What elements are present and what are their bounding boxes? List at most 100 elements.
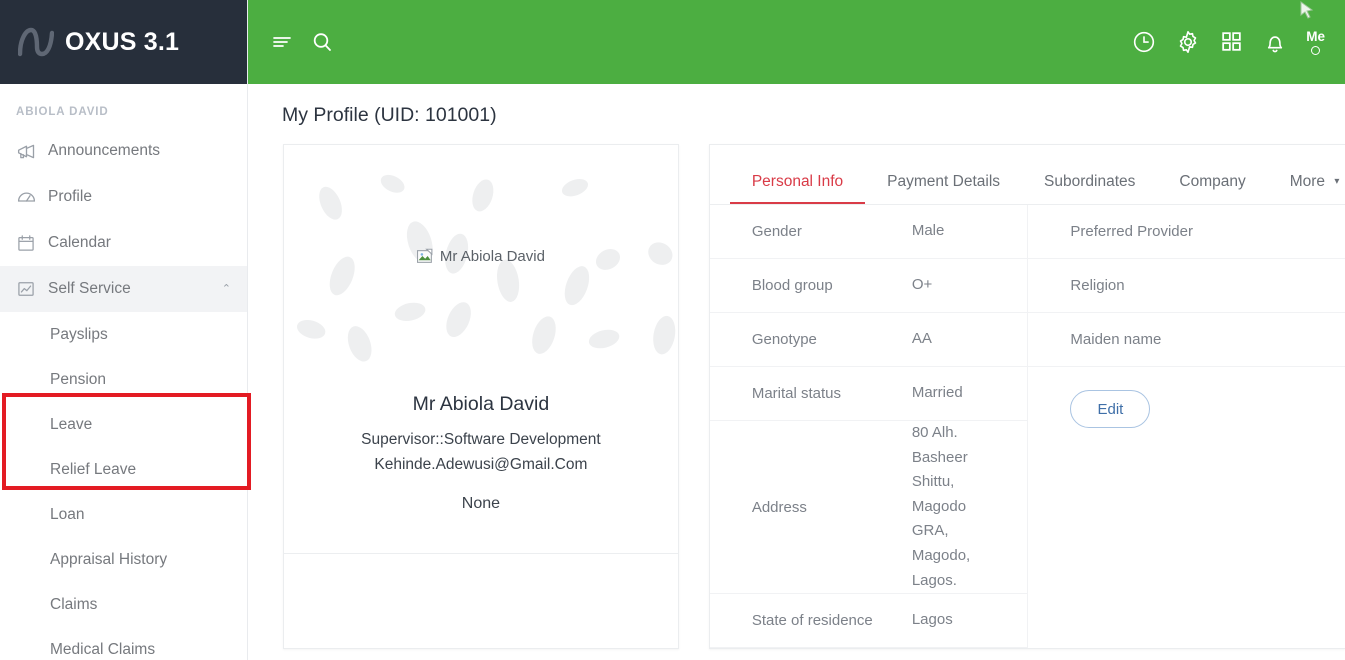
- sidebar-item-medical-claims[interactable]: Medical Claims: [0, 627, 247, 660]
- profile-card: Mr Abiola David Mr Abiola David Supervis…: [283, 144, 679, 650]
- sidebar-user-label: ABIOLA DAVID: [16, 106, 109, 118]
- tab-label: Payment Details: [887, 173, 1001, 190]
- sidebar-item-self-service[interactable]: Self Service ⌃: [0, 266, 247, 312]
- tab-personal-info[interactable]: Personal Info: [729, 173, 866, 204]
- tab-label: Subordinates: [1044, 173, 1136, 190]
- header-right-group: Me: [1131, 29, 1345, 56]
- bell-icon[interactable]: [1262, 29, 1288, 55]
- field-row: State of residence Lagos: [709, 594, 1028, 649]
- field-value: O+: [911, 276, 933, 294]
- details-card: Personal Info Payment Details Subordinat…: [708, 144, 1345, 650]
- sidebar-item-label: Announcements: [48, 142, 161, 159]
- profile-photo-area: Mr Abiola David: [284, 145, 678, 367]
- brand-header: OXUS 3.1: [0, 0, 247, 84]
- account-menu[interactable]: Me: [1306, 29, 1325, 56]
- sidebar-item-announcements[interactable]: Announcements: [0, 128, 247, 174]
- field-value: 80 Alh. Basheer Shittu, Magodo GRA, Mago…: [911, 424, 971, 589]
- sidebar-item-pension[interactable]: Pension: [0, 357, 247, 402]
- sidebar-subitem-label: Pension: [50, 370, 107, 388]
- field-label: Blood group: [751, 277, 833, 294]
- field-row: Marital status Married: [709, 367, 1028, 421]
- field-value: AA: [911, 330, 932, 348]
- sidebar-item-loan[interactable]: Loan: [0, 492, 247, 537]
- sidebar-item-profile[interactable]: Profile: [0, 174, 247, 220]
- field-label: State of residence: [751, 612, 873, 630]
- gauge-icon: [16, 187, 48, 208]
- edit-button[interactable]: Edit: [1070, 390, 1151, 428]
- details-columns: Gender Male Blood group O+ Genotype AA M…: [709, 205, 1345, 649]
- field-row: Genotype AA: [709, 313, 1028, 367]
- wave-logo-icon: [18, 27, 54, 57]
- gear-icon[interactable]: [1175, 29, 1201, 55]
- edit-button-wrap: Edit: [1028, 367, 1345, 428]
- field-row: Preferred Provider: [1028, 205, 1345, 259]
- field-label: Genotype: [751, 331, 817, 348]
- sidebar-subitem-label: Payslips: [50, 325, 108, 343]
- tab-payment-details[interactable]: Payment Details: [865, 173, 1022, 204]
- tab-label: Company: [1179, 173, 1246, 190]
- sidebar-item-claims[interactable]: Claims: [0, 582, 247, 627]
- field-value: Married: [911, 384, 963, 402]
- sidebar-subitem-label: Relief Leave: [50, 460, 137, 478]
- sidebar-item-label: Calendar: [48, 234, 111, 251]
- field-row: Maiden name: [1028, 313, 1345, 367]
- tab-label: More: [1289, 173, 1326, 190]
- page-title: My Profile (UID: 101001): [282, 104, 497, 126]
- profile-extra: None: [461, 495, 501, 513]
- main-content: My Profile (UID: 101001) Mr Abiola David…: [248, 84, 1345, 660]
- profile-name: Mr Abiola David: [412, 393, 550, 415]
- app-root: OXUS 3.1 ABIOLA DAVID Announcements Prof…: [0, 0, 1345, 660]
- top-header-bar: Me: [248, 0, 1345, 84]
- sidebar-item-appraisal-history[interactable]: Appraisal History: [0, 537, 247, 582]
- sidebar-item-label: Profile: [48, 188, 92, 205]
- field-row: Religion: [1028, 259, 1345, 313]
- megaphone-icon: [16, 141, 48, 162]
- chevron-up-icon: ⌃: [221, 282, 231, 295]
- field-row: Gender Male: [709, 205, 1028, 259]
- profile-photo-alt-text: Mr Abiola David: [439, 247, 545, 265]
- broken-image-icon: [416, 248, 433, 263]
- tab-company[interactable]: Company: [1157, 173, 1267, 204]
- details-left-column: Gender Male Blood group O+ Genotype AA M…: [709, 205, 1028, 649]
- sidebar-item-relief-leave[interactable]: Relief Leave: [0, 447, 247, 492]
- field-label: Maiden name: [1070, 331, 1162, 348]
- tab-subordinates[interactable]: Subordinates: [1022, 173, 1157, 204]
- header-left-group: [248, 30, 334, 54]
- field-label: Religion: [1070, 277, 1125, 294]
- brand-name: OXUS 3.1: [65, 27, 180, 56]
- sidebar-subitem-label: Medical Claims: [50, 640, 156, 658]
- profile-photo-broken[interactable]: Mr Abiola David: [416, 247, 545, 265]
- sidebar-subitem-label: Loan: [50, 505, 85, 523]
- sidebar-item-leave[interactable]: Leave: [0, 402, 247, 447]
- sidebar-subitem-label: Claims: [50, 595, 98, 613]
- sidebar-subitem-label: Appraisal History: [50, 550, 168, 568]
- grid-apps-icon[interactable]: [1219, 29, 1244, 54]
- field-label: Marital status: [751, 385, 842, 402]
- tab-more[interactable]: More ▾: [1268, 173, 1345, 204]
- sidebar-item-label: Self Service: [48, 280, 131, 297]
- profile-identity: Mr Abiola David Supervisor::Software Dev…: [284, 367, 678, 513]
- calendar-icon: [16, 233, 48, 253]
- account-label: Me: [1306, 28, 1325, 44]
- sidebar-item-payslips[interactable]: Payslips: [0, 312, 247, 357]
- field-label: Preferred Provider: [1070, 223, 1193, 240]
- sidebar-item-calendar[interactable]: Calendar: [0, 220, 247, 266]
- details-right-column: Preferred Provider Religion Maiden name: [1027, 205, 1345, 649]
- field-row: Address 80 Alh. Basheer Shittu, Magodo G…: [709, 421, 1028, 595]
- field-row: Blood group O+: [709, 259, 1028, 313]
- field-value: Lagos: [911, 611, 953, 629]
- cards-row: Mr Abiola David Mr Abiola David Supervis…: [248, 127, 1345, 650]
- avatar: [1311, 46, 1321, 56]
- search-icon[interactable]: [310, 30, 334, 54]
- chart-box-icon: [16, 279, 48, 299]
- profile-email: Kehinde.Adewusi@Gmail.Com: [374, 456, 588, 474]
- field-label: Address: [751, 498, 807, 516]
- sidebar: OXUS 3.1 ABIOLA DAVID Announcements Prof…: [0, 0, 248, 660]
- sidebar-subitem-label: Leave: [50, 415, 93, 433]
- hamburger-menu-icon[interactable]: [270, 30, 294, 54]
- details-tabs: Personal Info Payment Details Subordinat…: [710, 145, 1345, 204]
- chevron-down-icon: ▾: [1334, 176, 1340, 187]
- field-value: Male: [911, 222, 945, 240]
- field-label: Gender: [751, 223, 802, 240]
- clock-icon[interactable]: [1131, 29, 1157, 55]
